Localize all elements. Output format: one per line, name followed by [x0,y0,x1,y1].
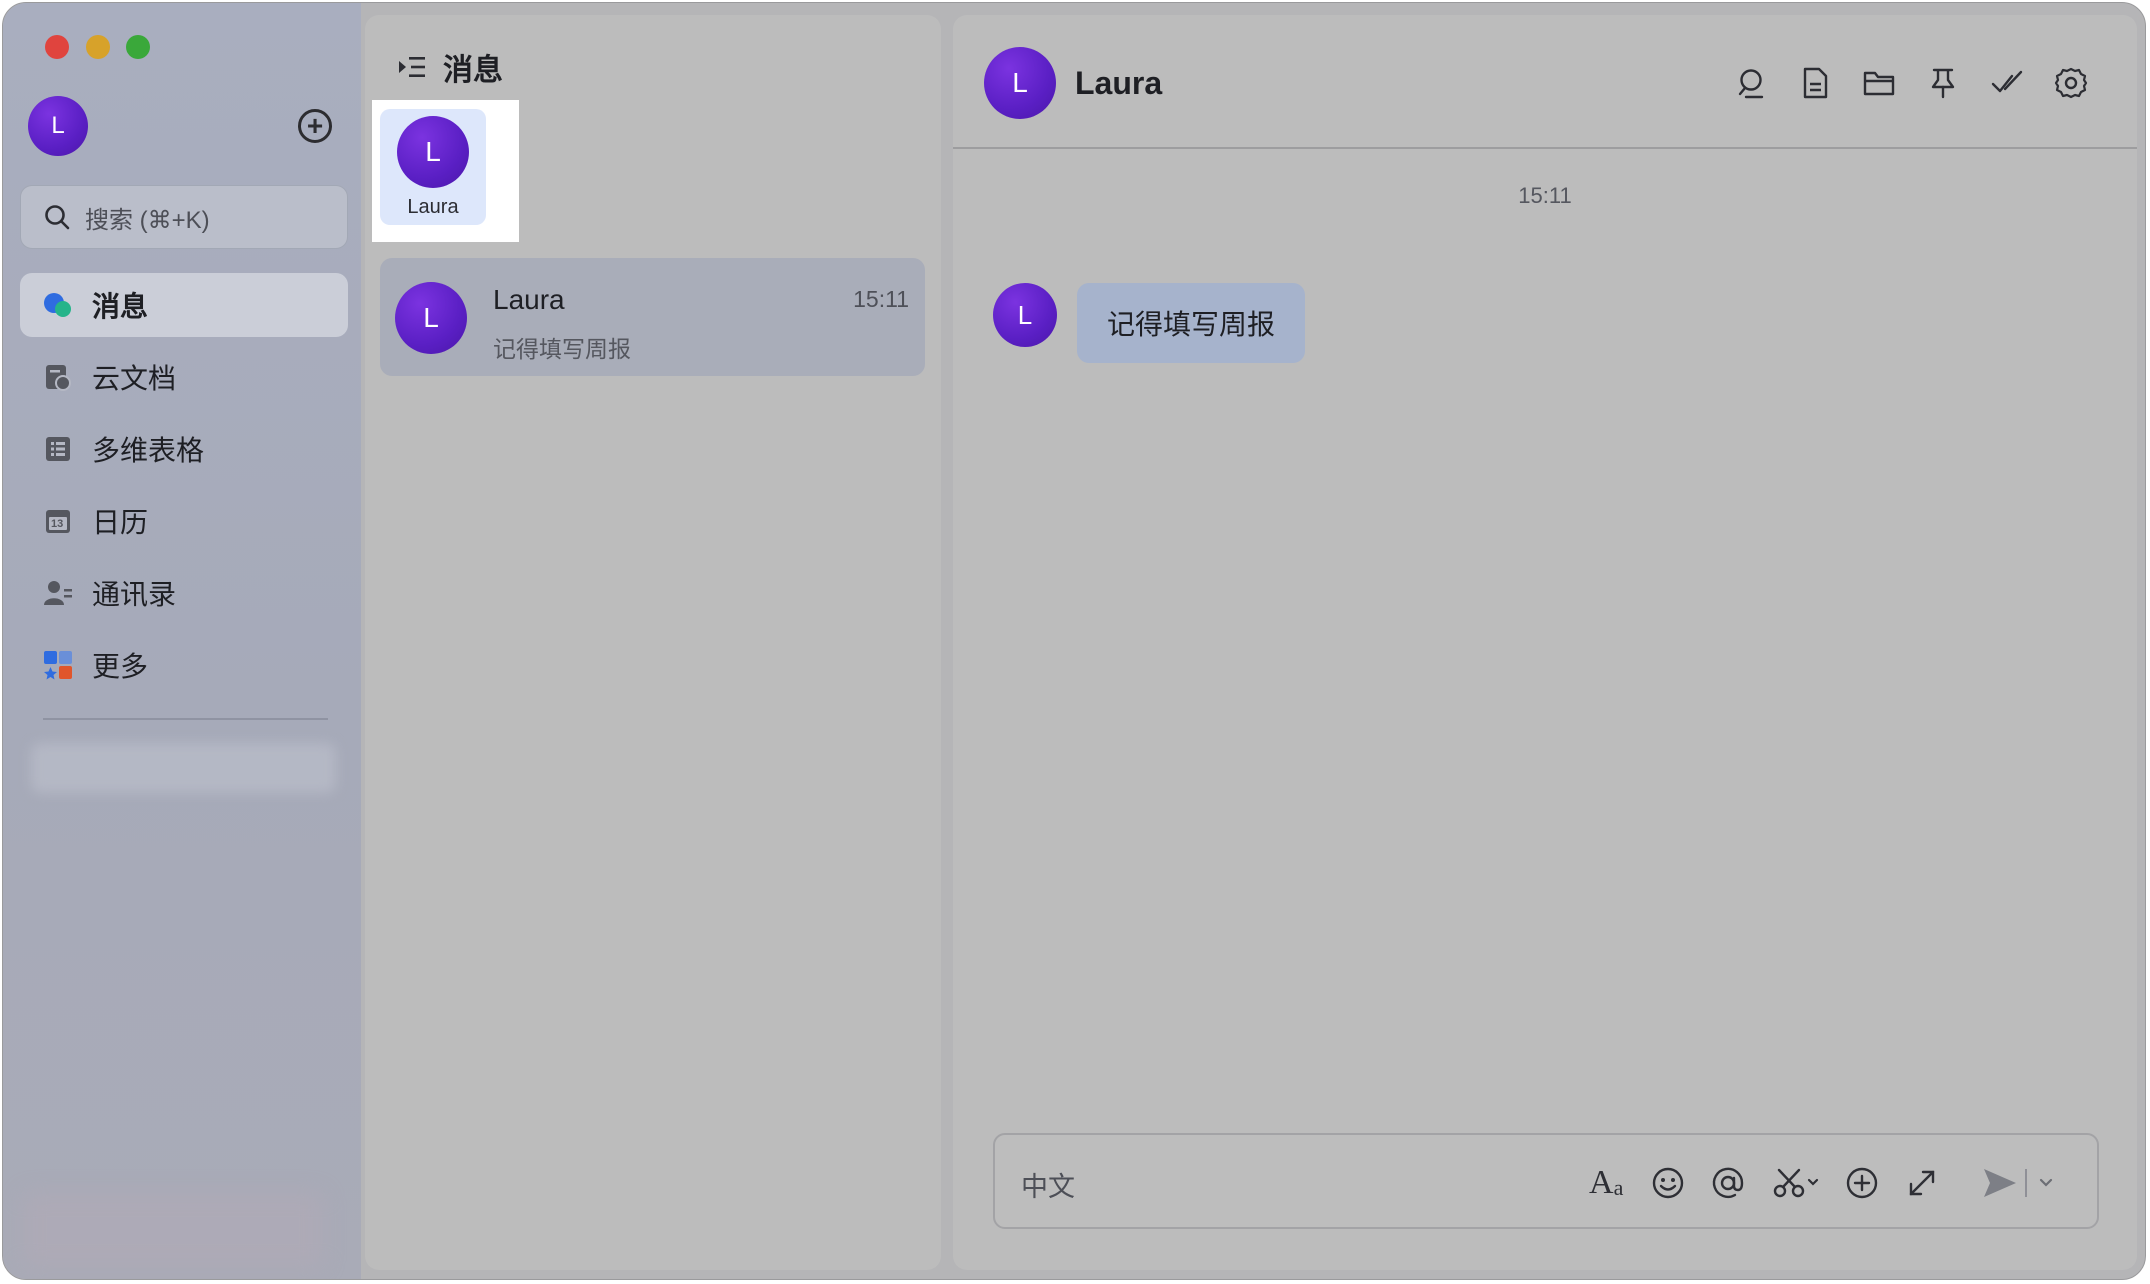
sidebar: L + 搜索 (⌘+K) 消息 云文档 多维表格 13 日历 通讯录 更多 [3,3,361,1279]
plus-circle-icon: + [306,110,324,141]
avatar-letter: L [1012,67,1028,98]
add-button[interactable]: + [298,109,332,143]
search-bar[interactable]: 搜索 (⌘+K) [20,185,348,249]
sidebar-nav: 消息 云文档 多维表格 13 日历 通讯录 更多 [20,273,348,705]
sidebar-item-label: 更多 [92,651,149,682]
composer-input[interactable]: 中文 [1021,1165,1075,1204]
collapse-sidebar-icon[interactable] [397,54,427,80]
app-window: L + 搜索 (⌘+K) 消息 云文档 多维表格 13 日历 通讯录 更多 消息… [2,2,2146,1280]
message-avatar[interactable]: L [993,283,1057,347]
message-timestamp: 15:11 [1518,183,1572,208]
text-format-icon[interactable]: Aa [1589,1163,1623,1203]
message-bubble[interactable]: 记得填写周报 [1077,283,1306,363]
message-composer[interactable]: 中文 Aa [993,1133,2099,1229]
close-window-button[interactable] [45,35,69,59]
conversation-list-header: 消息 [397,45,503,89]
chat-panel: L Laura 15:11 L 记得填写周报 中文 A a [953,15,2137,1270]
sidebar-item-label: 通讯录 [92,579,177,610]
search-icon [45,205,70,230]
emoji-icon[interactable] [1651,1163,1685,1203]
sidebar-item-messages[interactable]: 消息 [20,273,348,337]
pinned-contact-inner: L Laura [380,109,486,225]
cloud-docs-icon [42,361,74,393]
add-icon[interactable] [1845,1163,1879,1203]
calendar-icon: 13 [42,505,74,537]
sidebar-item-label: 多维表格 [92,435,205,466]
sidebar-item-calendar[interactable]: 13 日历 [20,489,348,553]
sidebar-item-label: 云文档 [92,363,177,394]
sidebar-item-base[interactable]: 多维表格 [20,417,348,481]
sidebar-item-more[interactable]: 更多 [20,633,348,697]
sidebar-divider [43,718,328,720]
chat-title[interactable]: Laura [1075,65,1162,102]
search-placeholder: 搜索 (⌘+K) [85,206,210,234]
avatar: L [397,116,469,188]
screenshot-scissors-icon[interactable] [1771,1163,1821,1203]
mention-icon[interactable] [1711,1163,1745,1203]
message-text: 记得填写周报 [1107,309,1276,340]
sidebar-item-cloud-docs[interactable]: 云文档 [20,345,348,409]
send-options-chevron-icon[interactable] [2037,1163,2055,1203]
conversation-list-title: 消息 [443,54,503,87]
expand-icon[interactable] [1905,1163,1939,1203]
more-apps-icon [42,649,74,681]
contacts-icon [42,577,74,609]
conversation-time: 15:11 [853,286,909,312]
sidebar-item-contacts[interactable]: 通讯录 [20,561,348,625]
sidebar-item-label: 日历 [92,507,149,538]
pinned-contact-card[interactable]: L Laura [372,100,519,242]
avatar[interactable]: L [984,47,1056,119]
sidebar-item-label: 消息 [92,291,149,322]
search-icon[interactable] [1733,65,1769,101]
send-icon[interactable] [1981,1163,2019,1203]
zoom-window-button[interactable] [126,35,150,59]
send-divider [2025,1169,2027,1197]
avatar: L [395,282,467,354]
blurred-region [31,743,336,793]
avatar-letter: L [423,302,439,333]
pin-icon[interactable] [1925,65,1961,101]
user-avatar-letter: L [51,112,65,139]
calendar-icon-date: 13 [51,518,64,530]
document-icon[interactable] [1797,65,1833,101]
folder-icon[interactable] [1861,65,1897,101]
check-mark-icon[interactable] [1989,65,2025,101]
messages-icon [42,289,74,321]
blurred-region [23,1193,323,1268]
pinned-contact-name: Laura [407,196,459,218]
avatar-letter: L [425,136,441,167]
avatar-letter: L [1017,299,1033,330]
minimize-window-button[interactable] [86,35,110,59]
chat-header: L Laura [953,15,2137,149]
conversation-preview: 记得填写周报 [493,336,631,362]
user-avatar[interactable]: L [28,96,88,156]
conversation-item[interactable]: L Laura 15:11 记得填写周报 [380,258,925,376]
base-table-icon [42,433,74,465]
conversation-name: Laura [493,284,565,315]
conversation-list-panel: 消息 L Laura L Laura 15:11 记得填写周报 [365,15,941,1270]
settings-icon[interactable] [2053,65,2089,101]
